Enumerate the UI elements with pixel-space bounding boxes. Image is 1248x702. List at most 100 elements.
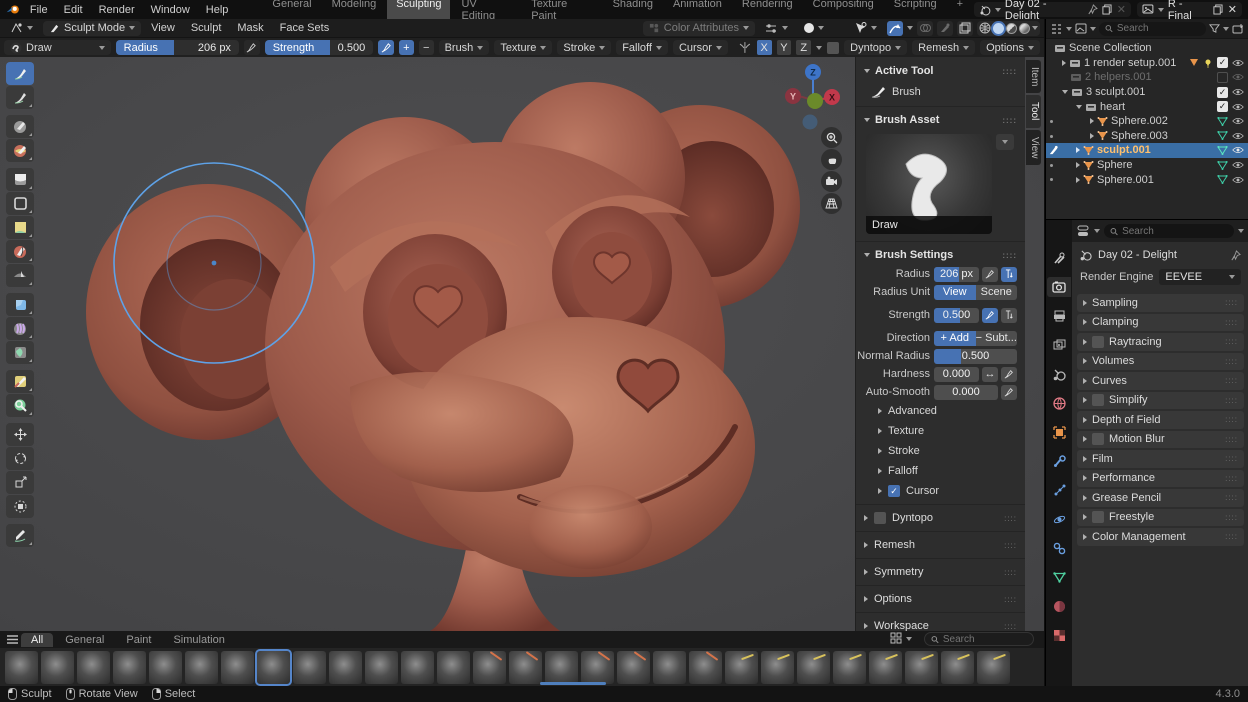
tab-output-properties[interactable] xyxy=(1047,306,1071,326)
brush-thumbnail[interactable] xyxy=(149,651,182,684)
hardness-invert-icon[interactable]: ↔ xyxy=(982,367,998,382)
brush-asset-dropdown[interactable] xyxy=(996,134,1014,150)
hardness-slider[interactable]: 0.000 xyxy=(934,367,979,382)
pin-icon[interactable] xyxy=(1230,250,1241,261)
chevron-down-icon[interactable] xyxy=(1238,229,1244,233)
perspective-toggle-button[interactable] xyxy=(821,193,842,214)
eye-icon[interactable] xyxy=(1232,146,1244,154)
tab-view-layer-properties[interactable] xyxy=(1047,335,1071,355)
tool-smooth[interactable] xyxy=(6,264,34,287)
tool-scale[interactable] xyxy=(6,471,34,494)
tab-view[interactable]: View xyxy=(1026,130,1041,166)
tab-render-properties[interactable] xyxy=(1047,277,1071,297)
panel-motion-blur[interactable]: Motion Blur:::: xyxy=(1077,431,1244,449)
tool-draw[interactable] xyxy=(6,62,34,85)
strength-pressure-toggle[interactable] xyxy=(378,40,394,55)
filter-icon[interactable] xyxy=(1209,23,1220,34)
strength-slider[interactable]: Strength 0.500 xyxy=(265,40,373,55)
outliner-row-heart[interactable]: heart ✓ xyxy=(1046,99,1248,114)
tool-annotate[interactable] xyxy=(6,524,34,547)
outliner-search[interactable] xyxy=(1099,22,1206,36)
tab-modifier-properties[interactable] xyxy=(1047,451,1071,471)
menu-help[interactable]: Help xyxy=(199,2,236,18)
outliner-row-sphere[interactable]: Sphere xyxy=(1046,158,1248,173)
eye-icon[interactable] xyxy=(1232,117,1244,125)
menu-sculpt[interactable]: Sculpt xyxy=(185,20,228,36)
subpanel-cursor[interactable]: ✓Cursor xyxy=(856,481,1025,501)
subpanel-texture[interactable]: Texture xyxy=(856,421,1025,441)
outliner-editor-icon[interactable] xyxy=(1050,23,1063,35)
symmetry-y-toggle[interactable]: Y xyxy=(777,40,792,55)
direction-subtract-button[interactable]: − Subt... xyxy=(976,331,1018,346)
brush-thumbnail[interactable] xyxy=(113,651,146,684)
motion-blur-checkbox[interactable] xyxy=(1092,433,1104,445)
radius-pressure-icon[interactable] xyxy=(982,267,998,282)
brush-thumbnail[interactable] xyxy=(869,651,902,684)
properties-search-input[interactable] xyxy=(1122,226,1228,237)
menu-view[interactable]: View xyxy=(145,20,181,36)
auto-smooth-pressure-icon[interactable] xyxy=(1001,385,1017,400)
eye-icon[interactable] xyxy=(1232,161,1244,169)
panel-remesh[interactable]: Remesh:::: xyxy=(856,535,1025,555)
tool-move[interactable] xyxy=(6,423,34,446)
brush-thumbnail[interactable] xyxy=(905,651,938,684)
tool-flatten[interactable] xyxy=(6,168,34,191)
brush-thumbnail[interactable] xyxy=(797,651,830,684)
shelf-display-mode[interactable] xyxy=(890,632,912,645)
eye-icon[interactable] xyxy=(1232,59,1244,67)
tool-mesh-filter[interactable] xyxy=(6,394,34,417)
brush-thumbnail[interactable] xyxy=(977,651,1010,684)
properties-search[interactable] xyxy=(1104,224,1234,238)
radius-pressure-toggle[interactable] xyxy=(244,40,260,55)
tool-clay[interactable] xyxy=(6,115,34,138)
panel-film[interactable]: Film:::: xyxy=(1077,450,1244,468)
brush-thumbnail[interactable] xyxy=(437,651,470,684)
tab-world-properties[interactable] xyxy=(1047,393,1071,413)
camera-view-button[interactable] xyxy=(821,171,842,192)
outliner-row-helpers[interactable]: 2 helpers.001 xyxy=(1046,70,1248,85)
outliner-row-sphere-003[interactable]: Sphere.003 xyxy=(1046,129,1248,144)
panel-workspace[interactable]: Workspace:::: xyxy=(856,616,1025,631)
scene-selector[interactable]: Day 02 - Delight ✕ xyxy=(974,2,1131,17)
dyntopo-checkbox[interactable] xyxy=(827,42,839,54)
radius-unit-toggle-icon[interactable] xyxy=(1001,267,1017,282)
brush-thumbnail[interactable] xyxy=(761,651,794,684)
tab-object-properties[interactable] xyxy=(1047,422,1071,442)
menu-face-sets[interactable]: Face Sets xyxy=(274,20,336,36)
pan-button[interactable] xyxy=(821,149,842,170)
outliner-row-scene-collection[interactable]: Scene Collection xyxy=(1046,41,1248,56)
radius-slider[interactable]: 206 px xyxy=(934,267,979,282)
tool-transform[interactable] xyxy=(6,495,34,518)
shelf-menu-icon[interactable] xyxy=(6,634,19,645)
tab-material-properties[interactable] xyxy=(1047,596,1071,616)
symmetry-x-toggle[interactable]: X xyxy=(757,40,772,55)
tab-particle-properties[interactable] xyxy=(1047,480,1071,500)
eye-icon[interactable] xyxy=(1232,73,1244,81)
outliner-search-input[interactable] xyxy=(1117,23,1200,34)
shelf-search[interactable] xyxy=(924,632,1034,646)
texture-menu[interactable]: Texture xyxy=(494,40,552,55)
tab-scene-properties[interactable] xyxy=(1047,364,1071,384)
selectability-dropdown[interactable] xyxy=(848,21,883,36)
rendered-shading-icon[interactable] xyxy=(1019,23,1030,34)
panel-depth-of-field[interactable]: Depth of Field:::: xyxy=(1077,411,1244,429)
direction-add-button[interactable]: + xyxy=(399,40,414,55)
gizmos-toggle[interactable] xyxy=(887,21,903,36)
menu-edit[interactable]: Edit xyxy=(57,2,90,18)
panel-color-management[interactable]: Color Management:::: xyxy=(1077,528,1244,546)
brush-settings-panel-header[interactable]: Brush Settings:::: xyxy=(856,245,1025,265)
symmetry-z-toggle[interactable]: Z xyxy=(796,40,811,55)
exclude-checkbox[interactable]: ✓ xyxy=(1217,101,1228,112)
brush-thumbnail[interactable] xyxy=(941,651,974,684)
eye-icon[interactable] xyxy=(1232,103,1244,111)
tool-face-sets[interactable] xyxy=(6,341,34,364)
strength-slider[interactable]: 0.500 xyxy=(934,308,979,323)
tab-texture-properties[interactable] xyxy=(1047,625,1071,645)
brush-thumbnail[interactable] xyxy=(365,651,398,684)
chevron-down-icon[interactable] xyxy=(1223,27,1229,31)
panel-volumes[interactable]: Volumes:::: xyxy=(1077,353,1244,371)
dyntopo-menu[interactable]: Dyntopo xyxy=(844,40,907,55)
direction-add-button[interactable]: + Add xyxy=(934,331,976,346)
outliner-row-sphere-002[interactable]: Sphere.002 xyxy=(1046,114,1248,129)
panel-performance[interactable]: Performance:::: xyxy=(1077,470,1244,488)
